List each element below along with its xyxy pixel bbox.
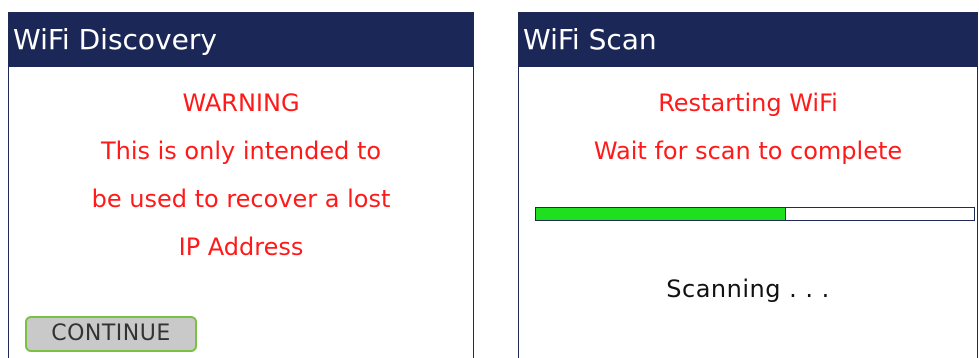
warning-line: be used to recover a lost — [91, 185, 391, 213]
scan-message-line: Restarting WiFi — [658, 89, 838, 117]
warning-line: WARNING — [182, 89, 300, 117]
scan-message-line: Wait for scan to complete — [593, 137, 903, 165]
continue-button[interactable]: CONTINUE — [25, 316, 197, 352]
wifi-scan-panel: WiFi Scan Restarting WiFi Wait for scan … — [518, 12, 978, 358]
warning-message: WARNING This is only intended to be used… — [9, 85, 473, 277]
scan-status: Scanning . . . — [666, 275, 830, 303]
panel-title: WiFi Discovery — [9, 13, 473, 67]
scan-message: Restarting WiFi Wait for scan to complet… — [519, 85, 977, 181]
screen: WiFi Discovery WARNING This is only inte… — [0, 0, 979, 358]
warning-line: IP Address — [178, 233, 304, 261]
warning-line: This is only intended to — [100, 137, 382, 165]
wifi-discovery-panel: WiFi Discovery WARNING This is only inte… — [8, 12, 474, 358]
panel-title: WiFi Scan — [519, 13, 977, 67]
scan-progress-bar — [535, 207, 975, 221]
scan-progress-fill — [536, 208, 786, 220]
